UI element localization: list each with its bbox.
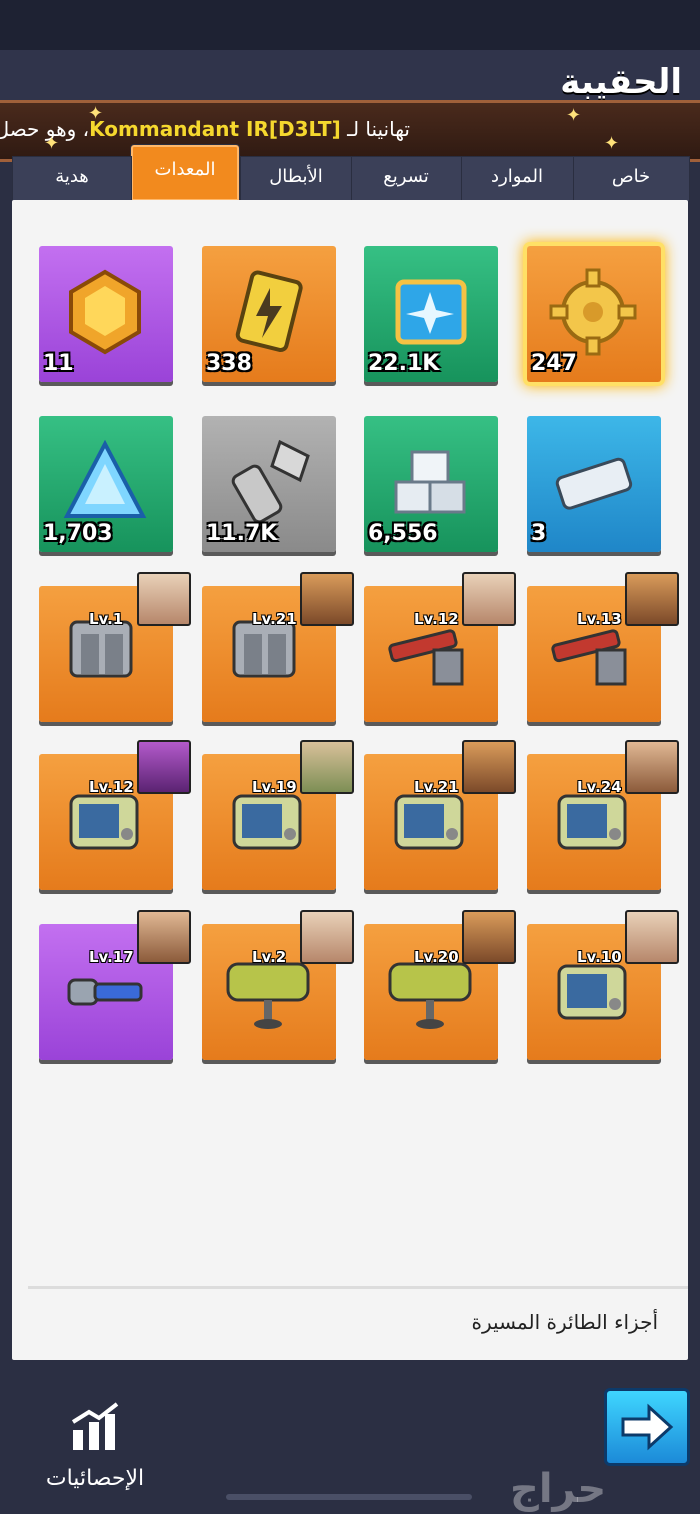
- stats-button[interactable]: الإحصائيات: [30, 1400, 160, 1491]
- equipment-level: Lv.17: [89, 948, 134, 966]
- item-quantity: 11.7K: [206, 521, 278, 546]
- blueprint-plane-icon: [395, 279, 467, 345]
- equipment-slot[interactable]: Lv.24: [527, 740, 679, 890]
- hero-avatar: [300, 910, 354, 964]
- tab-heroes[interactable]: الأبطال: [240, 156, 352, 202]
- banner-text: تهانينا لـ Kommandant IR[D3LT]، وهو حصل: [0, 117, 410, 141]
- equipment-slot[interactable]: Lv.21: [364, 740, 516, 890]
- hero-avatar: [137, 572, 191, 626]
- equipment-level: Lv.10: [577, 948, 622, 966]
- equipment-level: Lv.1: [89, 610, 124, 628]
- item-quantity: 3: [531, 521, 547, 546]
- bolt-screw-icon: [231, 439, 310, 524]
- stats-chart-icon: [71, 1402, 119, 1450]
- divider: [28, 1286, 688, 1289]
- silver-ingot-stack-icon: [394, 450, 466, 514]
- item-quantity: 1,703: [43, 521, 113, 546]
- equipment-level: Lv.2: [252, 948, 287, 966]
- tab-bar: خاص الموارد تسريع الأبطال المعدات هدية: [12, 144, 690, 211]
- equipment-slot[interactable]: Lv.17: [39, 910, 191, 1060]
- equipment-slot[interactable]: Lv.1: [39, 572, 191, 722]
- hero-avatar: [625, 740, 679, 794]
- stats-label: الإحصائيات: [45, 1466, 145, 1491]
- equipment-slot[interactable]: Lv.2: [202, 910, 354, 1060]
- equipment-slot[interactable]: Lv.21: [202, 572, 354, 722]
- hero-avatar: [137, 910, 191, 964]
- tab-speedups[interactable]: تسريع: [350, 156, 462, 202]
- status-bar: [0, 0, 700, 50]
- item-description: أجزاء الطائرة المسيرة: [471, 1310, 658, 1334]
- gear-icon: [549, 268, 637, 356]
- equipment-level: Lv.19: [252, 778, 297, 796]
- equipment-level: Lv.12: [414, 610, 459, 628]
- tab-gift[interactable]: هدية: [12, 156, 132, 202]
- tab-equipment[interactable]: المعدات: [130, 144, 240, 211]
- honeycomb-crystal-icon: [69, 269, 141, 355]
- tab-special[interactable]: خاص: [572, 156, 690, 202]
- sparkle-icon: ✦: [604, 133, 620, 154]
- item-quantity: 338: [206, 351, 252, 376]
- equipment-slot[interactable]: Lv.10: [527, 910, 679, 1060]
- item-slot[interactable]: 22.1K: [364, 246, 498, 382]
- item-slot[interactable]: 1,703: [39, 416, 173, 552]
- hero-avatar: [625, 572, 679, 626]
- equipment-level: Lv.12: [89, 778, 134, 796]
- next-button[interactable]: [604, 1388, 690, 1466]
- equipment-slot[interactable]: Lv.12: [39, 740, 191, 890]
- home-indicator: [226, 1494, 472, 1500]
- hero-avatar: [625, 910, 679, 964]
- hero-avatar: [300, 572, 354, 626]
- equipment-level: Lv.24: [577, 778, 622, 796]
- item-slot[interactable]: 3: [527, 416, 661, 552]
- item-quantity: 6,556: [368, 521, 438, 546]
- tab-resources[interactable]: الموارد: [460, 156, 574, 202]
- blue-crystal-icon: [63, 439, 147, 518]
- announcement-banner: تهانينا لـ Kommandant IR[D3LT]، وهو حصل …: [0, 100, 700, 162]
- page-title: الحقيبة: [560, 62, 682, 102]
- arrow-right-icon: [621, 1403, 674, 1451]
- item-slot-selected[interactable]: 247: [527, 246, 661, 382]
- item-slot[interactable]: 6,556: [364, 416, 498, 552]
- item-slot[interactable]: 11: [39, 246, 173, 382]
- equipment-level: Lv.21: [414, 778, 459, 796]
- hero-avatar: [462, 910, 516, 964]
- watermark-logo: حراج: [510, 1466, 607, 1512]
- sparkle-icon: ✦: [566, 105, 582, 126]
- titanium-ingot-icon: [555, 457, 633, 510]
- hero-avatar: [137, 740, 191, 794]
- lightning-battery-icon: [235, 270, 303, 353]
- item-quantity: 22.1K: [368, 351, 440, 376]
- equipment-level: Lv.21: [252, 610, 297, 628]
- equipment-slot[interactable]: Lv.13: [527, 572, 679, 722]
- item-slot[interactable]: 11.7K: [202, 416, 336, 552]
- item-slot[interactable]: 338: [202, 246, 336, 382]
- equipment-level: Lv.13: [577, 610, 622, 628]
- item-quantity: 247: [531, 351, 577, 376]
- equipment-slot[interactable]: Lv.20: [364, 910, 516, 1060]
- equipment-level: Lv.20: [414, 948, 459, 966]
- banner-player-name: Kommandant IR[D3LT]: [89, 117, 341, 141]
- banner-prefix: تهانينا لـ: [347, 117, 410, 141]
- item-quantity: 11: [43, 351, 74, 376]
- sparkle-icon: ✦: [44, 133, 60, 154]
- equipment-slot[interactable]: Lv.12: [364, 572, 516, 722]
- hero-avatar: [462, 740, 516, 794]
- inventory-panel: 11 338 22.1K 247 1,703 11.7K 6,556 3 Lv.…: [12, 200, 688, 1360]
- sparkle-icon: ✦: [88, 103, 104, 124]
- hero-avatar: [300, 740, 354, 794]
- hero-avatar: [462, 572, 516, 626]
- equipment-slot[interactable]: Lv.19: [202, 740, 354, 890]
